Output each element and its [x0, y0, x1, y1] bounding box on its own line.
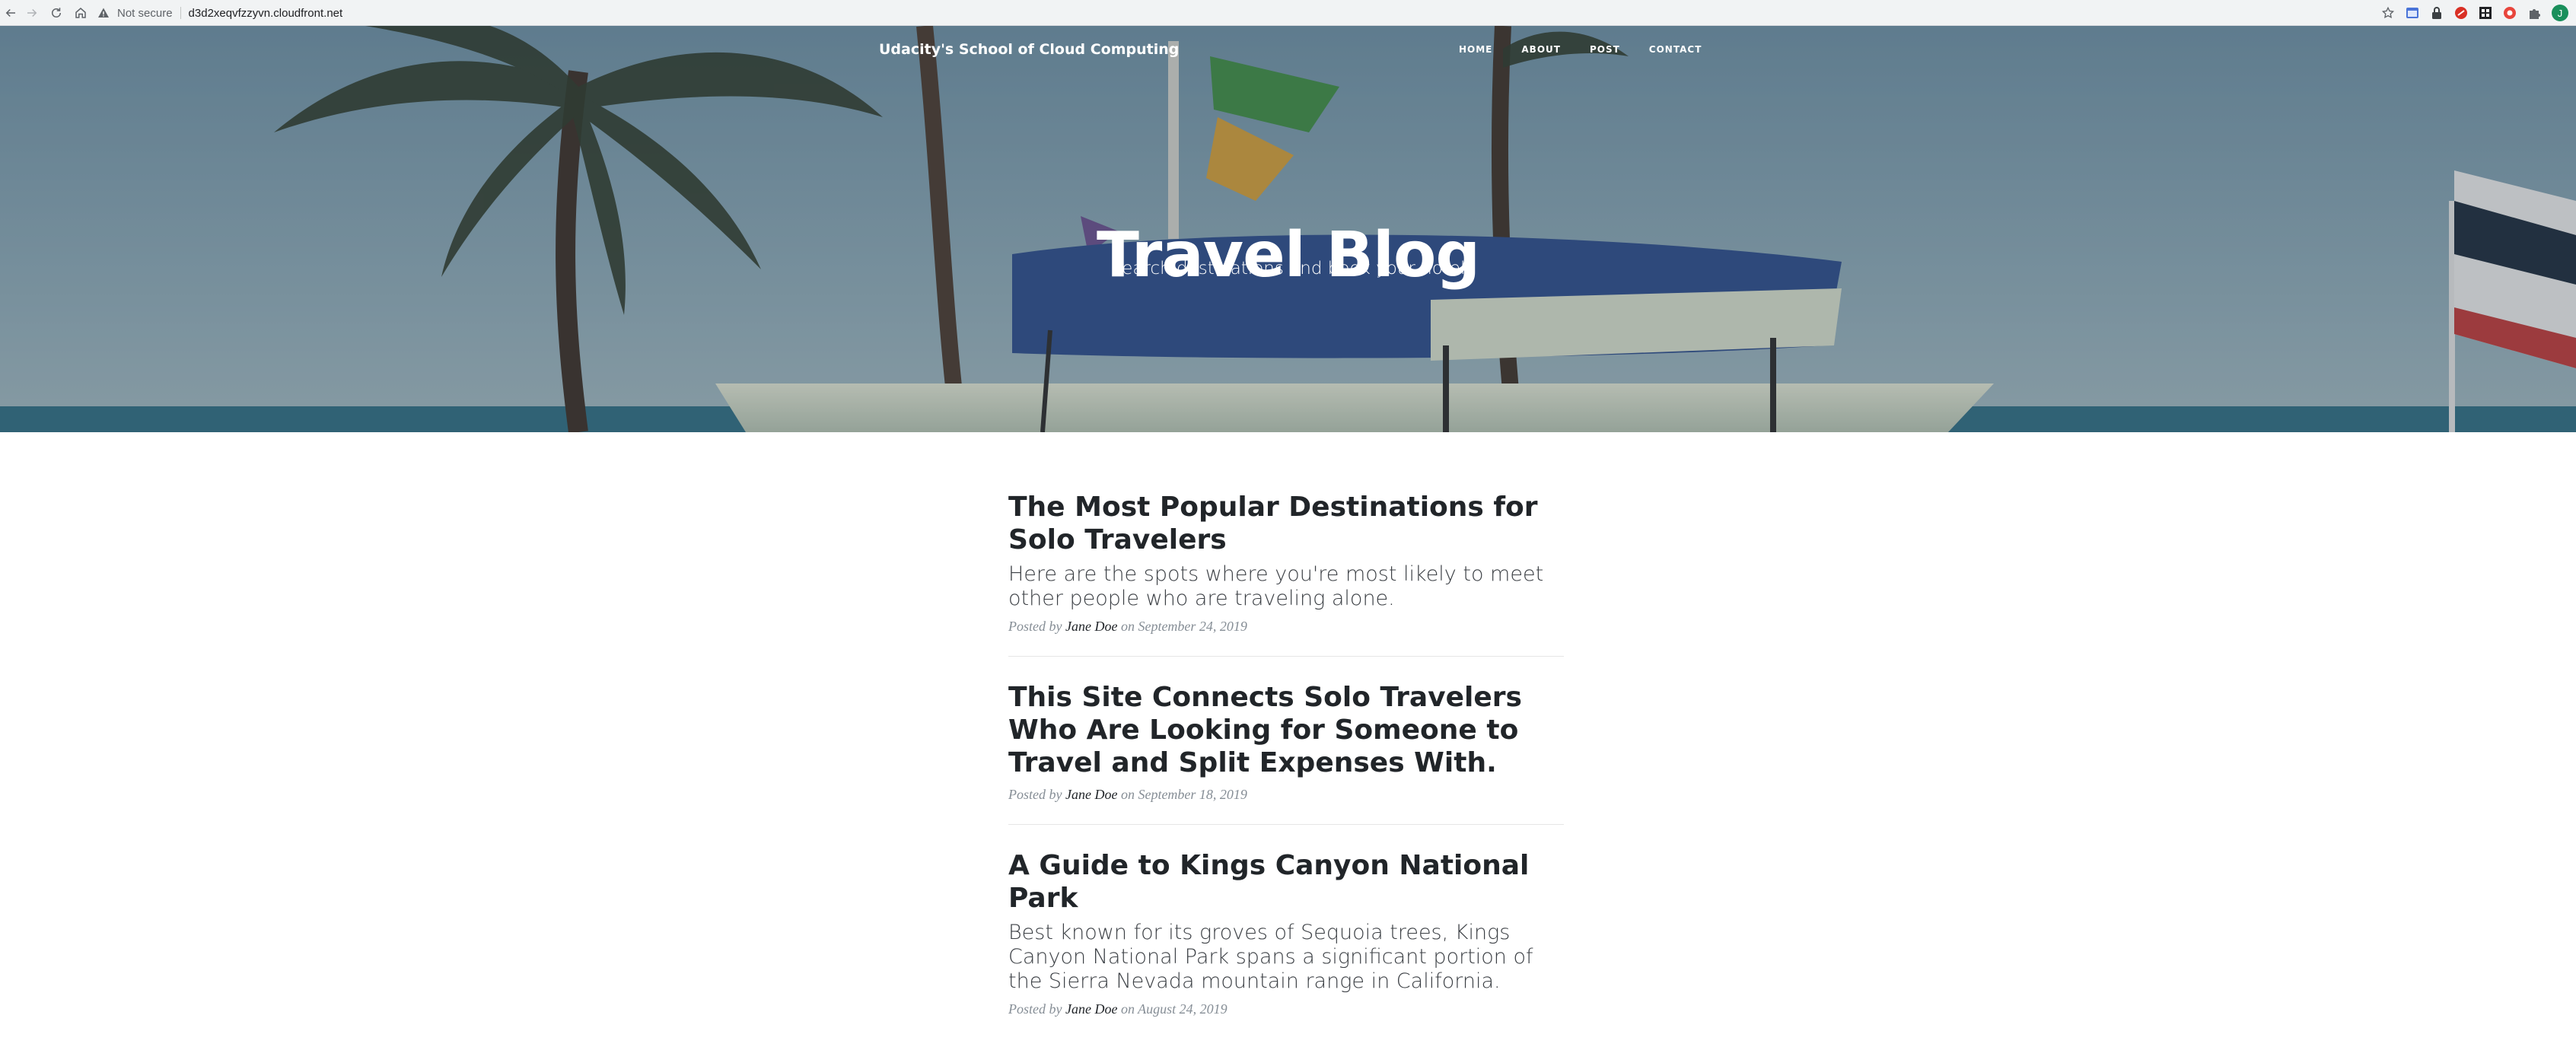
nav-link-contact[interactable]: CONTACT	[1649, 44, 1702, 55]
site-brand-link[interactable]: Udacity's School of Cloud Computing	[879, 41, 1179, 64]
lock-extension-icon[interactable]	[2430, 6, 2444, 20]
reload-icon	[52, 8, 61, 18]
puzzle-extensions-icon[interactable]	[2527, 6, 2541, 20]
warning-icon	[97, 7, 110, 19]
post-meta: Posted by Jane Doe on September 18, 2019	[1008, 787, 1564, 803]
back-button[interactable]	[2, 4, 20, 22]
nav-link-about[interactable]: ABOUT	[1521, 44, 1561, 55]
hero-header: Udacity's School of Cloud Computing HOME…	[0, 26, 2576, 432]
author-link[interactable]: Jane Doe	[1065, 619, 1117, 634]
grid-extension-icon[interactable]	[2479, 6, 2492, 20]
post-title-link[interactable]: This Site Connects Solo Travelers Who Ar…	[1008, 681, 1564, 779]
post-preview: A Guide to Kings Canyon National Park Be…	[1008, 849, 1564, 1039]
home-button[interactable]	[72, 4, 90, 22]
post-title-link[interactable]: A Guide to Kings Canyon National Park	[1008, 849, 1564, 915]
extension-tray: J	[2381, 4, 2568, 22]
posted-by-label: Posted by	[1008, 619, 1062, 634]
post-subtitle[interactable]: Best known for its groves of Sequoia tre…	[1008, 921, 1564, 994]
red-circle-extension-icon[interactable]	[2454, 6, 2468, 20]
forward-icon	[27, 8, 37, 18]
record-extension-icon[interactable]	[2503, 6, 2517, 20]
star-icon[interactable]	[2381, 6, 2395, 20]
nav-link-home[interactable]: HOME	[1459, 44, 1492, 55]
post-meta: Posted by Jane Doe on September 24, 2019	[1008, 619, 1564, 635]
post-date: on September 18, 2019	[1120, 787, 1247, 802]
author-link[interactable]: Jane Doe	[1065, 787, 1117, 802]
security-status[interactable]: Not secure	[117, 7, 173, 20]
url-text[interactable]: d3d2xeqvfzzyvn.cloudfront.net	[189, 7, 343, 20]
omnibox-divider	[180, 7, 181, 19]
browser-toolbar: Not secure d3d2xeqvfzzyvn.cloudfront.net…	[0, 0, 2576, 26]
author-link[interactable]: Jane Doe	[1065, 1001, 1117, 1017]
back-icon	[5, 8, 15, 18]
nav-link-post[interactable]: POST	[1590, 44, 1620, 55]
calendar-extension-icon[interactable]	[2406, 6, 2419, 20]
hero-subtitle: Search destinations and book your hotel	[1110, 259, 1466, 278]
post-meta: Posted by Jane Doe on August 24, 2019	[1008, 1001, 1564, 1017]
post-list: The Most Popular Destinations for Solo T…	[1008, 491, 1564, 1063]
reload-button[interactable]	[47, 4, 65, 22]
forward-button[interactable]	[23, 4, 41, 22]
profile-avatar[interactable]: J	[2552, 5, 2568, 21]
address-bar[interactable]: Not secure d3d2xeqvfzzyvn.cloudfront.net	[97, 3, 2373, 23]
post-preview: The Most Popular Destinations for Solo T…	[1008, 491, 1564, 657]
post-subtitle[interactable]: Here are the spots where you're most lik…	[1008, 562, 1564, 611]
posted-by-label: Posted by	[1008, 787, 1062, 802]
posted-by-label: Posted by	[1008, 1001, 1062, 1017]
post-title-link[interactable]: The Most Popular Destinations for Solo T…	[1008, 491, 1564, 556]
post-date: on September 24, 2019	[1120, 619, 1247, 634]
post-date: on August 24, 2019	[1120, 1001, 1228, 1017]
main-navigation: HOME ABOUT POST CONTACT	[1459, 44, 1731, 55]
home-icon	[75, 8, 86, 18]
post-preview: This Site Connects Solo Travelers Who Ar…	[1008, 681, 1564, 825]
